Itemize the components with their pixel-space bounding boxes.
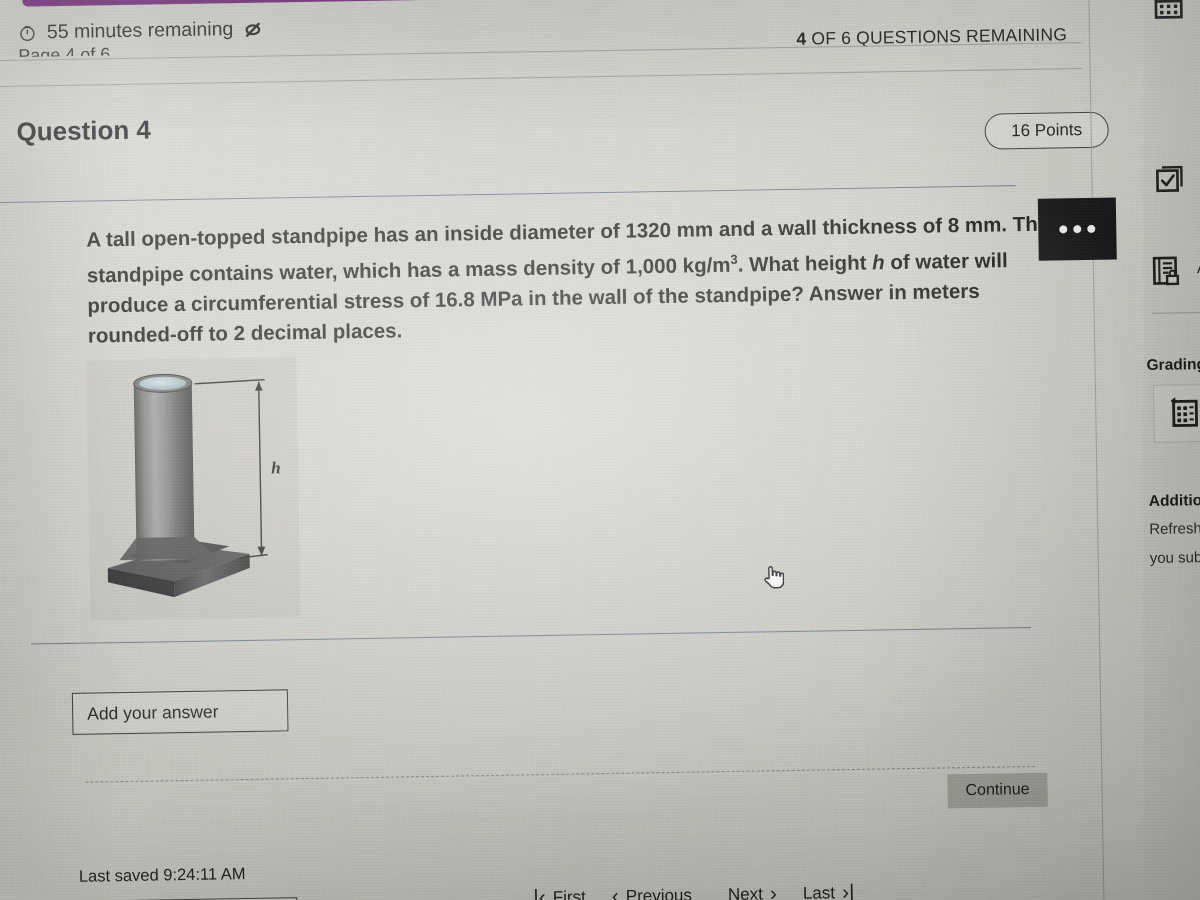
pager-first[interactable]: |‹ First xyxy=(533,886,586,900)
quiz-progress-fill xyxy=(22,0,517,7)
page-indicator: Page 4 of 6 xyxy=(18,44,111,66)
pagination-controls: |‹ First ‹ Previous Next › Last ›| xyxy=(533,880,855,900)
standpipe-diagram: h xyxy=(107,373,281,598)
more-dot xyxy=(1073,225,1082,234)
additional-heading: Additional xyxy=(1148,491,1200,511)
last-icon: ›| xyxy=(841,880,855,900)
grading-tile[interactable] xyxy=(1152,383,1200,443)
divider-dashed xyxy=(85,765,1036,783)
more-dot xyxy=(1087,224,1096,233)
chevron-right-icon: › xyxy=(769,882,778,900)
pager-next-label: Next xyxy=(727,883,764,900)
document-lock-icon[interactable] xyxy=(1151,254,1184,287)
timer-row: 55 minutes remaining xyxy=(18,18,264,45)
continue-button[interactable]: Continue xyxy=(947,772,1048,809)
more-dot xyxy=(1059,225,1068,234)
standpipe-figure: h xyxy=(86,357,301,621)
question-variable-h: h xyxy=(871,251,885,275)
grading-heading: Grading xyxy=(1146,356,1200,375)
pager-first-label: First xyxy=(552,886,586,900)
last-saved-status: Last saved 9:24:11 AM xyxy=(78,865,246,886)
pointer-hand-cursor xyxy=(764,566,785,589)
stopwatch-icon xyxy=(20,25,35,42)
question-text: A tall open-topped standpipe has an insi… xyxy=(86,209,1068,351)
pager-previous[interactable]: ‹ Previous xyxy=(612,885,692,900)
calendar-icon[interactable] xyxy=(1152,0,1185,21)
pager-last[interactable]: Last ›| xyxy=(802,880,855,900)
pager-previous-label: Previous xyxy=(625,885,693,900)
checkbox-checked-icon[interactable] xyxy=(1153,162,1186,195)
quiz-progress-bar xyxy=(22,0,1173,7)
monitor-screen: 55 minutes remaining Page 4 of 6 4 OF 6 … xyxy=(0,0,1200,900)
divider-top xyxy=(0,42,1082,62)
answer-input[interactable]: Add your answer xyxy=(71,689,289,735)
right-sidebar: A… Grading Additional Refresh you subm xyxy=(1102,0,1200,900)
chevron-left-icon: ‹ xyxy=(611,884,619,900)
figure-dimension-label: h xyxy=(271,458,281,477)
quiz-page: 55 minutes remaining Page 4 of 6 4 OF 6 … xyxy=(0,0,1200,900)
more-options-menu[interactable] xyxy=(1037,197,1117,261)
grading-calculator-icon xyxy=(1170,397,1199,428)
divider-second xyxy=(0,68,1082,88)
pager-last-label: Last xyxy=(802,882,836,900)
page-title: Question 4 xyxy=(16,114,152,147)
question-text-part2: . What height xyxy=(737,251,873,277)
timer-label: 55 minutes remaining xyxy=(46,18,234,44)
first-icon: |‹ xyxy=(533,886,546,900)
divider-question-top xyxy=(0,185,1016,204)
additional-note-line1: Refresh to xyxy=(1149,520,1200,539)
rail-separator xyxy=(1151,311,1200,314)
photo-of-screen: 55 minutes remaining Page 4 of 6 4 OF 6 … xyxy=(0,0,1200,900)
additional-note-line2: you subm xyxy=(1149,548,1200,567)
pager-next[interactable]: Next › xyxy=(727,882,778,900)
eye-off-icon[interactable] xyxy=(243,19,263,39)
divider-answer-top xyxy=(31,626,1031,645)
